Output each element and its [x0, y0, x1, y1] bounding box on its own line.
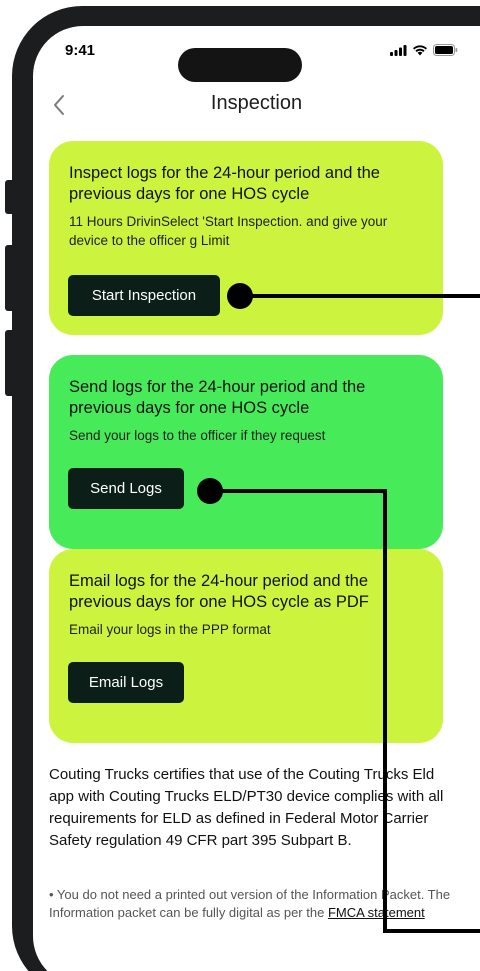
phone-screen: 9:41 Inspection Inspect logs for the 24-…	[33, 26, 480, 971]
email-logs-description: Email your logs in the PPP format	[69, 622, 271, 637]
certification-statement: Couting Trucks certifies that use of the…	[49, 766, 444, 849]
send-logs-title: Send logs for the 24-hour period and the…	[69, 378, 366, 417]
email-logs-title: Email logs for the 24-hour period and th…	[69, 572, 369, 611]
signal-icon	[390, 44, 407, 56]
fmca-statement-link[interactable]: FMCA statement	[328, 905, 425, 920]
status-bar: 9:41	[33, 26, 480, 82]
battery-icon	[433, 44, 458, 56]
information-packet-note: • You do not need a printed out version …	[49, 886, 459, 922]
send-logs-card: Send logs for the 24-hour period and the…	[49, 355, 443, 549]
email-logs-button[interactable]: Email Logs	[68, 662, 184, 703]
wifi-icon	[413, 45, 427, 56]
start-inspection-button[interactable]: Start Inspection	[68, 275, 220, 316]
volume-up-button	[5, 245, 13, 311]
inspect-logs-card: Inspect logs for the 24-hour period and …	[49, 141, 443, 335]
dynamic-island	[178, 48, 302, 82]
send-logs-button[interactable]: Send Logs	[68, 468, 184, 509]
navigation-bar: Inspection	[33, 86, 480, 126]
page-title: Inspection	[210, 92, 303, 114]
inspect-logs-title: Inspect logs for the 24-hour period and …	[69, 164, 380, 203]
email-logs-card: Email logs for the 24-hour period and th…	[49, 549, 443, 743]
mute-switch	[5, 180, 13, 214]
send-logs-description: Send your logs to the officer if they re…	[69, 428, 326, 443]
volume-down-button	[5, 330, 13, 396]
status-icons	[390, 44, 458, 56]
inspect-logs-description: 11 Hours DrivinSelect 'Start Inspection.…	[69, 214, 388, 248]
status-time: 9:41	[65, 42, 96, 59]
